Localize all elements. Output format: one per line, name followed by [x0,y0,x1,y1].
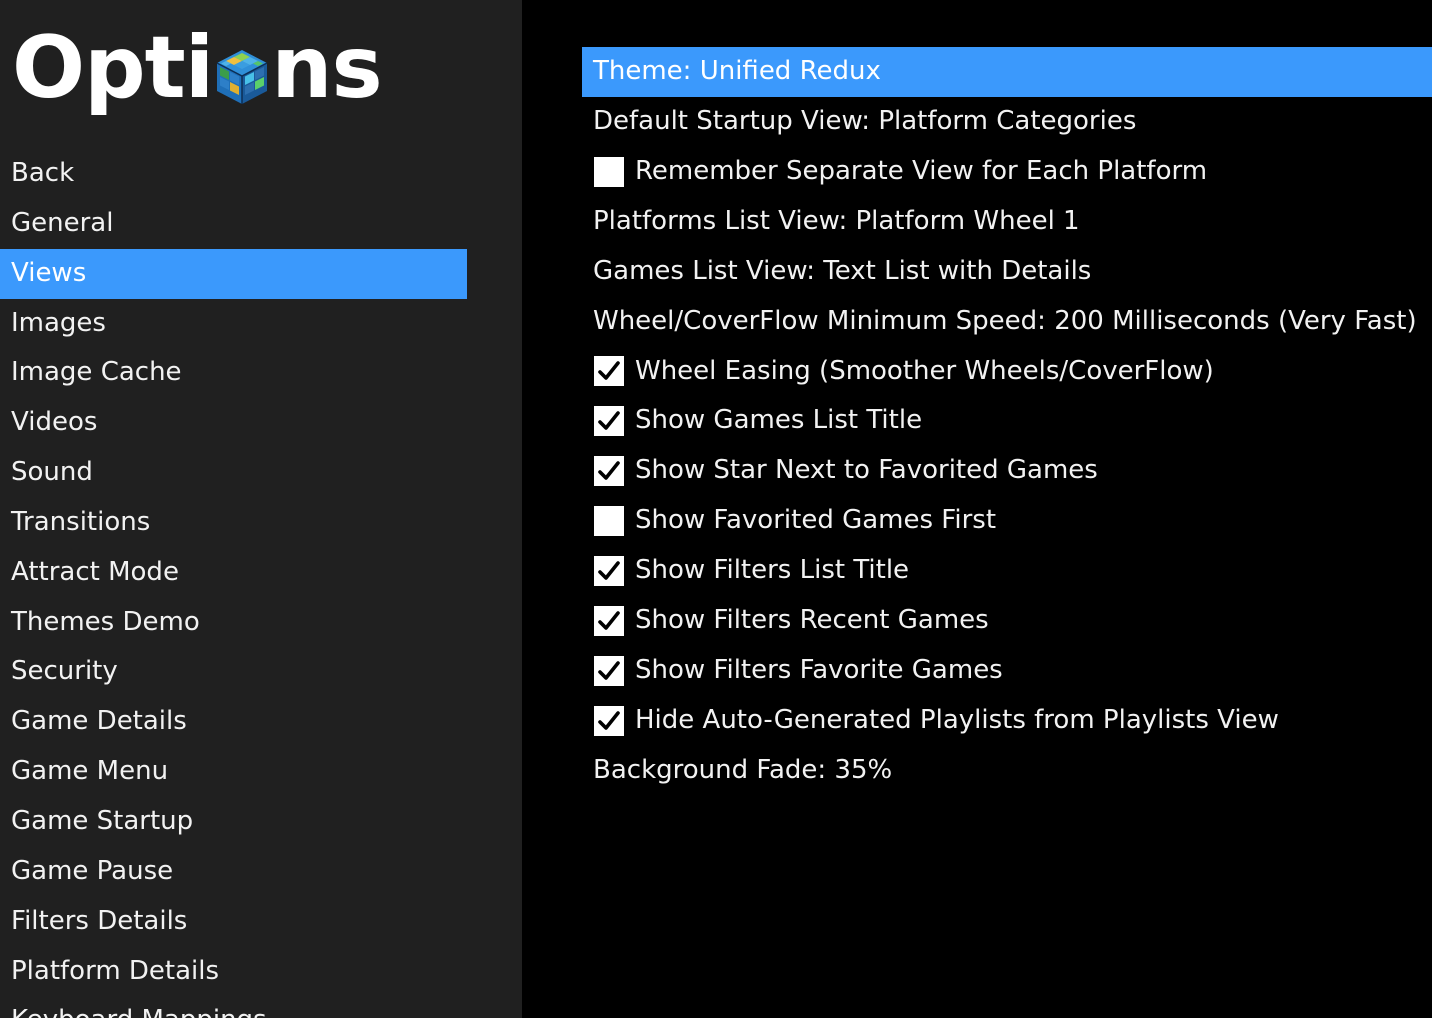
sidebar-item-views[interactable]: Views [0,248,467,299]
logo-title-prefix: Opti [12,18,214,118]
setting-remember-separate-view-for-each-platform[interactable]: Remember Separate View for Each Platform [582,147,1432,197]
options-screen: Opti ns Back General Views Images Image … [0,0,1432,1018]
sidebar-item-label: Images [11,307,106,338]
options-sidebar: Opti ns Back General Views Images Image … [0,0,522,1018]
sidebar-item-keyboard-mappings[interactable]: Keyboard Mappings [0,996,467,1018]
sidebar-item-filters-details[interactable]: Filters Details [0,897,467,947]
sidebar-item-game-menu[interactable]: Game Menu [0,747,467,797]
setting-show-filters-favorite-games[interactable]: Show Filters Favorite Games [582,646,1432,696]
checkbox-checked[interactable] [594,356,624,387]
setting-label: Show Games List Title [635,405,923,436]
setting-label: Show Filters Recent Games [635,605,989,636]
sidebar-item-game-details[interactable]: Game Details [0,697,467,747]
checkbox-checked[interactable] [594,406,624,437]
sidebar-item-label: Game Startup [11,805,194,836]
sidebar-item-label: Platform Details [11,955,220,986]
setting-label: Show Filters Favorite Games [635,655,1003,686]
setting-label: Games List View: Text List with Details [593,255,1092,286]
checkbox-unchecked[interactable] [594,156,624,187]
setting-show-filters-recent-games[interactable]: Show Filters Recent Games [582,596,1432,646]
checkbox-checked[interactable] [594,606,624,637]
sidebar-item-label: Sound [11,457,93,488]
options-category-list: Back General Views Images Image Cache Videos S… [0,149,467,1018]
sidebar-item-label: Image Cache [11,357,182,388]
checkmark-icon [598,661,620,680]
setting-theme-unified-redux[interactable]: Theme: Unified Redux [582,47,1432,97]
checkmark-icon [598,361,620,381]
setting-label: Hide Auto-Generated Playlists from Playl… [635,704,1279,735]
sidebar-item-image-cache[interactable]: Image Cache [0,348,467,398]
sidebar-item-label: Videos [11,407,98,438]
setting-wheel-coverflow-minimum-speed-200-milliseconds-very-fast[interactable]: Wheel/CoverFlow Minimum Speed: 200 Milli… [582,297,1432,347]
sidebar-item-label: Views [11,257,87,288]
checkbox-unchecked[interactable] [594,506,624,537]
checkmark-icon [598,461,620,481]
sidebar-item-label: Game Details [11,706,187,737]
sidebar-item-images[interactable]: Images [0,299,467,349]
setting-label: Show Star Next to Favorited Games [635,455,1098,486]
checkmark-icon [598,561,620,580]
setting-label: Show Favorited Games First [635,505,997,536]
sidebar-item-label: Game Pause [11,855,174,886]
setting-show-star-next-to-favorited-games[interactable]: Show Star Next to Favorited Games [582,446,1432,496]
sidebar-item-back[interactable]: Back [0,149,467,199]
sidebar-item-security[interactable]: Security [0,647,467,697]
sidebar-item-game-pause[interactable]: Game Pause [0,847,467,897]
options-logo: Opti ns [12,8,383,128]
sidebar-item-label: Security [11,656,118,687]
sidebar-item-label: Transitions [11,506,151,537]
logo-title-suffix: ns [271,18,382,118]
setting-platforms-list-view-platform-wheel-1[interactable]: Platforms List View: Platform Wheel 1 [582,197,1432,247]
checkbox-checked[interactable] [594,456,624,487]
setting-default-startup-view-platform-categories[interactable]: Default Startup View: Platform Categorie… [582,97,1432,147]
checkmark-icon [598,711,620,730]
setting-show-games-list-title[interactable]: Show Games List Title [582,396,1432,446]
sidebar-item-general[interactable]: General [0,199,467,249]
checkbox-checked[interactable] [594,656,624,687]
checkbox-checked[interactable] [594,705,624,736]
sidebar-item-attract-mode[interactable]: Attract Mode [0,548,467,598]
setting-label: Remember Separate View for Each Platform [635,155,1208,186]
setting-label: Wheel Easing (Smoother Wheels/CoverFlow) [635,355,1214,386]
sidebar-item-label: Themes Demo [11,606,200,637]
cube-logo-icon [213,8,271,128]
setting-label: Background Fade: 35% [593,754,893,785]
setting-wheel-easing-smoother-wheels-coverflow[interactable]: Wheel Easing (Smoother Wheels/CoverFlow) [582,347,1432,397]
sidebar-item-platform-details[interactable]: Platform Details [0,947,467,997]
sidebar-item-transitions[interactable]: Transitions [0,498,467,548]
setting-label: Theme: Unified Redux [593,56,881,86]
sidebar-item-label: Game Menu [11,756,169,787]
setting-label: Platforms List View: Platform Wheel 1 [593,205,1080,236]
sidebar-item-game-startup[interactable]: Game Startup [0,797,467,847]
setting-hide-auto-generated-playlists-from-playlists-view[interactable]: Hide Auto-Generated Playlists from Playl… [582,696,1432,746]
setting-show-filters-list-title[interactable]: Show Filters List Title [582,546,1432,596]
setting-background-fade-35[interactable]: Background Fade: 35% [582,746,1432,796]
sidebar-item-videos[interactable]: Videos [0,398,467,448]
setting-label: Show Filters List Title [635,555,910,586]
sidebar-item-label: Filters Details [11,905,188,936]
setting-label: Wheel/CoverFlow Minimum Speed: 200 Milli… [593,305,1417,336]
checkmark-icon [598,611,620,630]
views-settings-list: Theme: Unified Redux Default Startup View… [582,47,1432,796]
setting-show-favorited-games-first[interactable]: Show Favorited Games First [582,496,1432,546]
sidebar-item-label: Keyboard Mappings [11,1005,267,1018]
checkmark-icon [598,411,620,431]
sidebar-item-themes-demo[interactable]: Themes Demo [0,598,467,648]
setting-label: Default Startup View: Platform Categorie… [593,105,1137,136]
sidebar-item-label: Attract Mode [11,556,179,587]
checkbox-checked[interactable] [594,556,624,587]
setting-games-list-view-text-list-with-details[interactable]: Games List View: Text List with Details [582,247,1432,297]
sidebar-item-sound[interactable]: Sound [0,448,467,498]
sidebar-item-label: Back [11,158,75,188]
sidebar-item-label: General [11,207,114,238]
